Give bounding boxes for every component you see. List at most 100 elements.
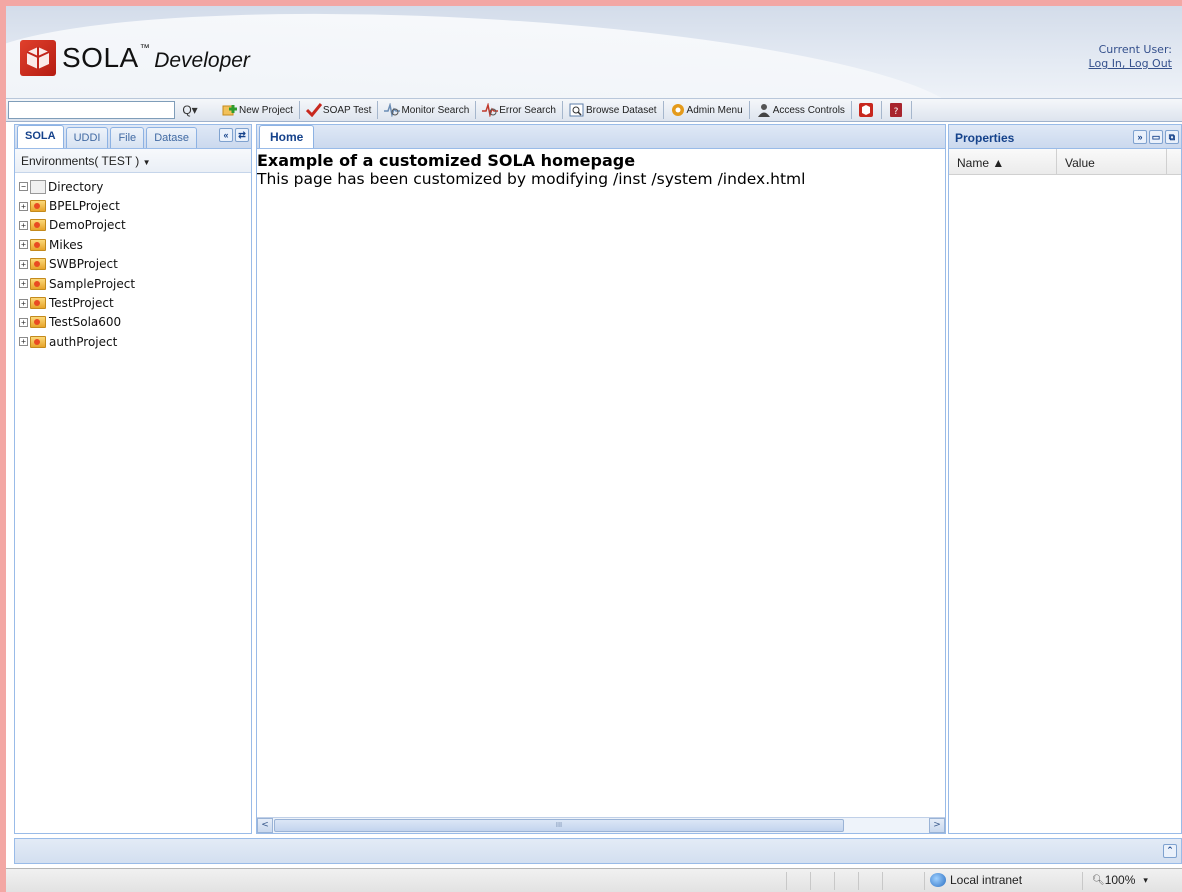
monitor-search-button[interactable]: Monitor Search — [379, 100, 474, 120]
error-search-icon — [482, 102, 499, 118]
expand-icon[interactable]: + — [19, 220, 28, 230]
expand-icon[interactable]: + — [19, 337, 28, 347]
zoom-control[interactable]: 🔍︎ 100% ▾ — [1092, 873, 1148, 887]
tree-project-item[interactable]: + TestProject — [19, 293, 251, 312]
properties-header: Properties » ▭ ⧉ — [949, 125, 1181, 149]
intranet-globe-icon — [930, 873, 946, 887]
tree-project-label: Mikes — [49, 237, 83, 252]
project-folder-icon — [30, 200, 46, 213]
tree-project-item[interactable]: + BPELProject — [19, 196, 251, 215]
refresh-icon[interactable]: ⇄ — [235, 128, 249, 142]
column-value-header[interactable]: Value — [1057, 149, 1167, 174]
expand-icon[interactable]: + — [19, 279, 28, 289]
admin-gear-icon — [670, 103, 684, 117]
monitor-search-icon — [384, 102, 401, 118]
tree-root-label: Directory — [48, 179, 104, 194]
scroll-left-icon[interactable]: < — [257, 818, 273, 833]
tree-project-label: BPELProject — [49, 199, 120, 214]
expand-icon[interactable]: + — [19, 201, 28, 211]
dropdown-caret-icon: ▼ — [142, 158, 151, 167]
project-tree: − Directory + BPELProject + DemoProject + Mik… — [15, 173, 251, 352]
properties-title: Properties — [955, 131, 1015, 145]
column-name-header[interactable]: Name ▲ — [949, 149, 1057, 174]
center-tab-strip: Home — [257, 125, 945, 149]
minimize-icon[interactable]: ▭ — [1149, 130, 1163, 144]
home-content: Example of a customized SOLA homepage Th… — [257, 149, 945, 188]
tree-root[interactable]: − Directory — [19, 177, 251, 196]
help-book-button[interactable]: ? — [883, 100, 910, 120]
zoom-caret-icon[interactable]: ▾ — [1143, 875, 1148, 886]
app-window: SOLA™ Developer Current User: Log In, Lo… — [6, 6, 1182, 892]
directory-icon — [30, 179, 46, 194]
tree-project-label: DemoProject — [49, 218, 126, 233]
login-logout-link[interactable]: Log In, Log Out — [1089, 57, 1172, 70]
main-toolbar: Q▾ New Project SOAP Test Monitor Search … — [6, 98, 1182, 122]
project-folder-icon — [30, 335, 46, 348]
admin-menu-label: Admin Menu — [686, 104, 743, 116]
tree-project-label: authProject — [49, 334, 118, 349]
column-name-label: Name ▲ — [957, 156, 1005, 170]
expand-icon[interactable]: + — [19, 317, 28, 327]
center-panel: Home Example of a customized SOLA homepa… — [256, 124, 946, 834]
current-user-label: Current User: — [1098, 43, 1172, 56]
home-text: This page has been customized by modifyi… — [257, 170, 806, 188]
zoom-level: 100% — [1104, 873, 1136, 887]
tree-project-label: SWBProject — [49, 257, 118, 272]
expand-right-icon[interactable]: » — [1133, 130, 1147, 144]
collapse-icon[interactable]: − — [19, 182, 28, 192]
search-input[interactable] — [8, 101, 175, 119]
properties-panel: Properties » ▭ ⧉ Name ▲ Value — [948, 124, 1182, 834]
browse-dataset-button[interactable]: Browse Dataset — [564, 100, 662, 120]
expand-bottom-icon[interactable]: ⌃ — [1163, 844, 1177, 858]
logo-subtitle: Developer — [154, 49, 250, 72]
app-header: SOLA™ Developer Current User: Log In, Lo… — [6, 6, 1182, 98]
environments-dropdown[interactable]: Environments( TEST ) ▼ — [15, 149, 251, 173]
tree-project-item[interactable]: + SWBProject — [19, 255, 251, 274]
soap-test-button[interactable]: SOAP Test — [301, 100, 377, 120]
error-search-label: Error Search — [499, 104, 556, 116]
project-folder-icon — [30, 297, 46, 310]
expand-icon[interactable]: + — [19, 259, 28, 269]
tree-project-item[interactable]: + Mikes — [19, 235, 251, 254]
scroll-thumb[interactable]: III — [274, 819, 844, 832]
sola-logo: SOLA™ Developer — [20, 40, 250, 76]
tab-home[interactable]: Home — [259, 125, 315, 148]
scroll-right-icon[interactable]: > — [929, 818, 945, 833]
zoom-magnifier-icon: 🔍︎ — [1092, 874, 1105, 886]
error-search-button[interactable]: Error Search — [477, 100, 561, 120]
search-dropdown-button[interactable]: Q▾ — [175, 103, 205, 117]
access-user-icon — [756, 103, 770, 117]
tree-project-item[interactable]: + SampleProject — [19, 274, 251, 293]
left-tab-strip: SOLA UDDI File Datase « ⇄ — [15, 125, 251, 149]
expand-icon[interactable]: + — [19, 298, 28, 308]
tab-sola[interactable]: SOLA — [17, 125, 64, 148]
tab-dataset[interactable]: Datase — [146, 127, 198, 148]
tab-file[interactable]: File — [110, 127, 145, 148]
horizontal-scrollbar[interactable]: < III > — [257, 817, 945, 833]
logo-text: SOLA — [62, 42, 139, 73]
project-folder-icon — [30, 316, 46, 329]
project-folder-icon — [30, 219, 46, 232]
properties-grid-header: Name ▲ Value — [949, 149, 1181, 175]
admin-menu-button[interactable]: Admin Menu — [665, 100, 748, 120]
left-panel: SOLA UDDI File Datase « ⇄ Environments( … — [14, 124, 252, 834]
monitor-search-label: Monitor Search — [401, 104, 470, 116]
access-controls-button[interactable]: Access Controls — [751, 100, 850, 120]
tab-uddi[interactable]: UDDI — [65, 127, 109, 148]
tree-project-item[interactable]: + authProject — [19, 332, 251, 351]
soap-test-label: SOAP Test — [322, 104, 372, 116]
project-folder-icon — [30, 238, 46, 251]
tree-project-label: TestProject — [49, 296, 114, 311]
browse-dataset-label: Browse Dataset — [585, 104, 657, 116]
zone-label: Local intranet — [950, 873, 1023, 887]
collapse-left-icon[interactable]: « — [219, 128, 233, 142]
expand-icon[interactable]: + — [19, 240, 28, 250]
restore-icon[interactable]: ⧉ — [1165, 130, 1179, 144]
new-project-button[interactable]: New Project — [217, 100, 298, 120]
sola-tool-button[interactable] — [853, 100, 880, 120]
environments-label: Environments( TEST ) — [21, 154, 140, 168]
tree-project-item[interactable]: + DemoProject — [19, 216, 251, 235]
help-book-icon: ? — [888, 103, 902, 117]
tree-project-item[interactable]: + TestSola600 — [19, 313, 251, 332]
sola-cube-icon — [858, 103, 873, 117]
